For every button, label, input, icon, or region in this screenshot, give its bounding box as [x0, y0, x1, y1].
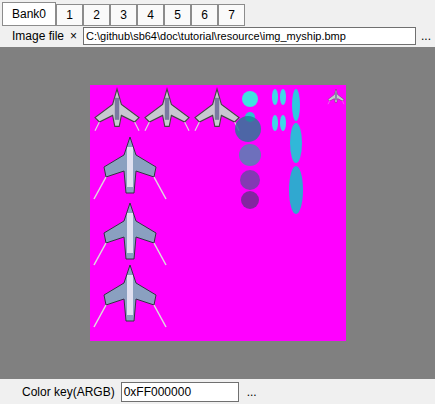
image-file-row: Image file×C:\github\sb64\doc\tutorial\r…	[0, 26, 435, 46]
image-path-field[interactable]: C:\github\sb64\doc\tutorial\resource\img…	[83, 27, 416, 45]
bank-tab[interactable]: 4	[137, 4, 164, 26]
bank-tab[interactable]: 3	[110, 4, 137, 26]
color-key-row: Color key(ARGB) 0xFF000000...	[0, 379, 435, 404]
browse-image-button[interactable]: ...	[419, 30, 433, 42]
browse-color-button[interactable]: ...	[245, 386, 259, 398]
bank-tab[interactable]: 2	[83, 4, 110, 26]
bank-tab[interactable]: 6	[191, 4, 218, 26]
image-bank-editor: Bank01234567Image file×C:\github\sb64\do…	[0, 0, 435, 404]
image-canvas	[0, 47, 435, 379]
bank-tabs: Bank01234567	[0, 0, 435, 26]
sprite-sheet-image	[90, 85, 346, 341]
color-key-label: Color key(ARGB)	[22, 383, 115, 401]
bank-tab[interactable]: 5	[164, 4, 191, 26]
image-file-label: Image file	[12, 27, 64, 45]
clear-button[interactable]: ×	[67, 30, 80, 42]
bank-tab[interactable]: 1	[56, 4, 83, 26]
bank-tab[interactable]: Bank0	[2, 2, 56, 26]
color-key-field[interactable]: 0xFF000000	[121, 382, 239, 402]
bank-tab[interactable]: 7	[218, 4, 245, 26]
